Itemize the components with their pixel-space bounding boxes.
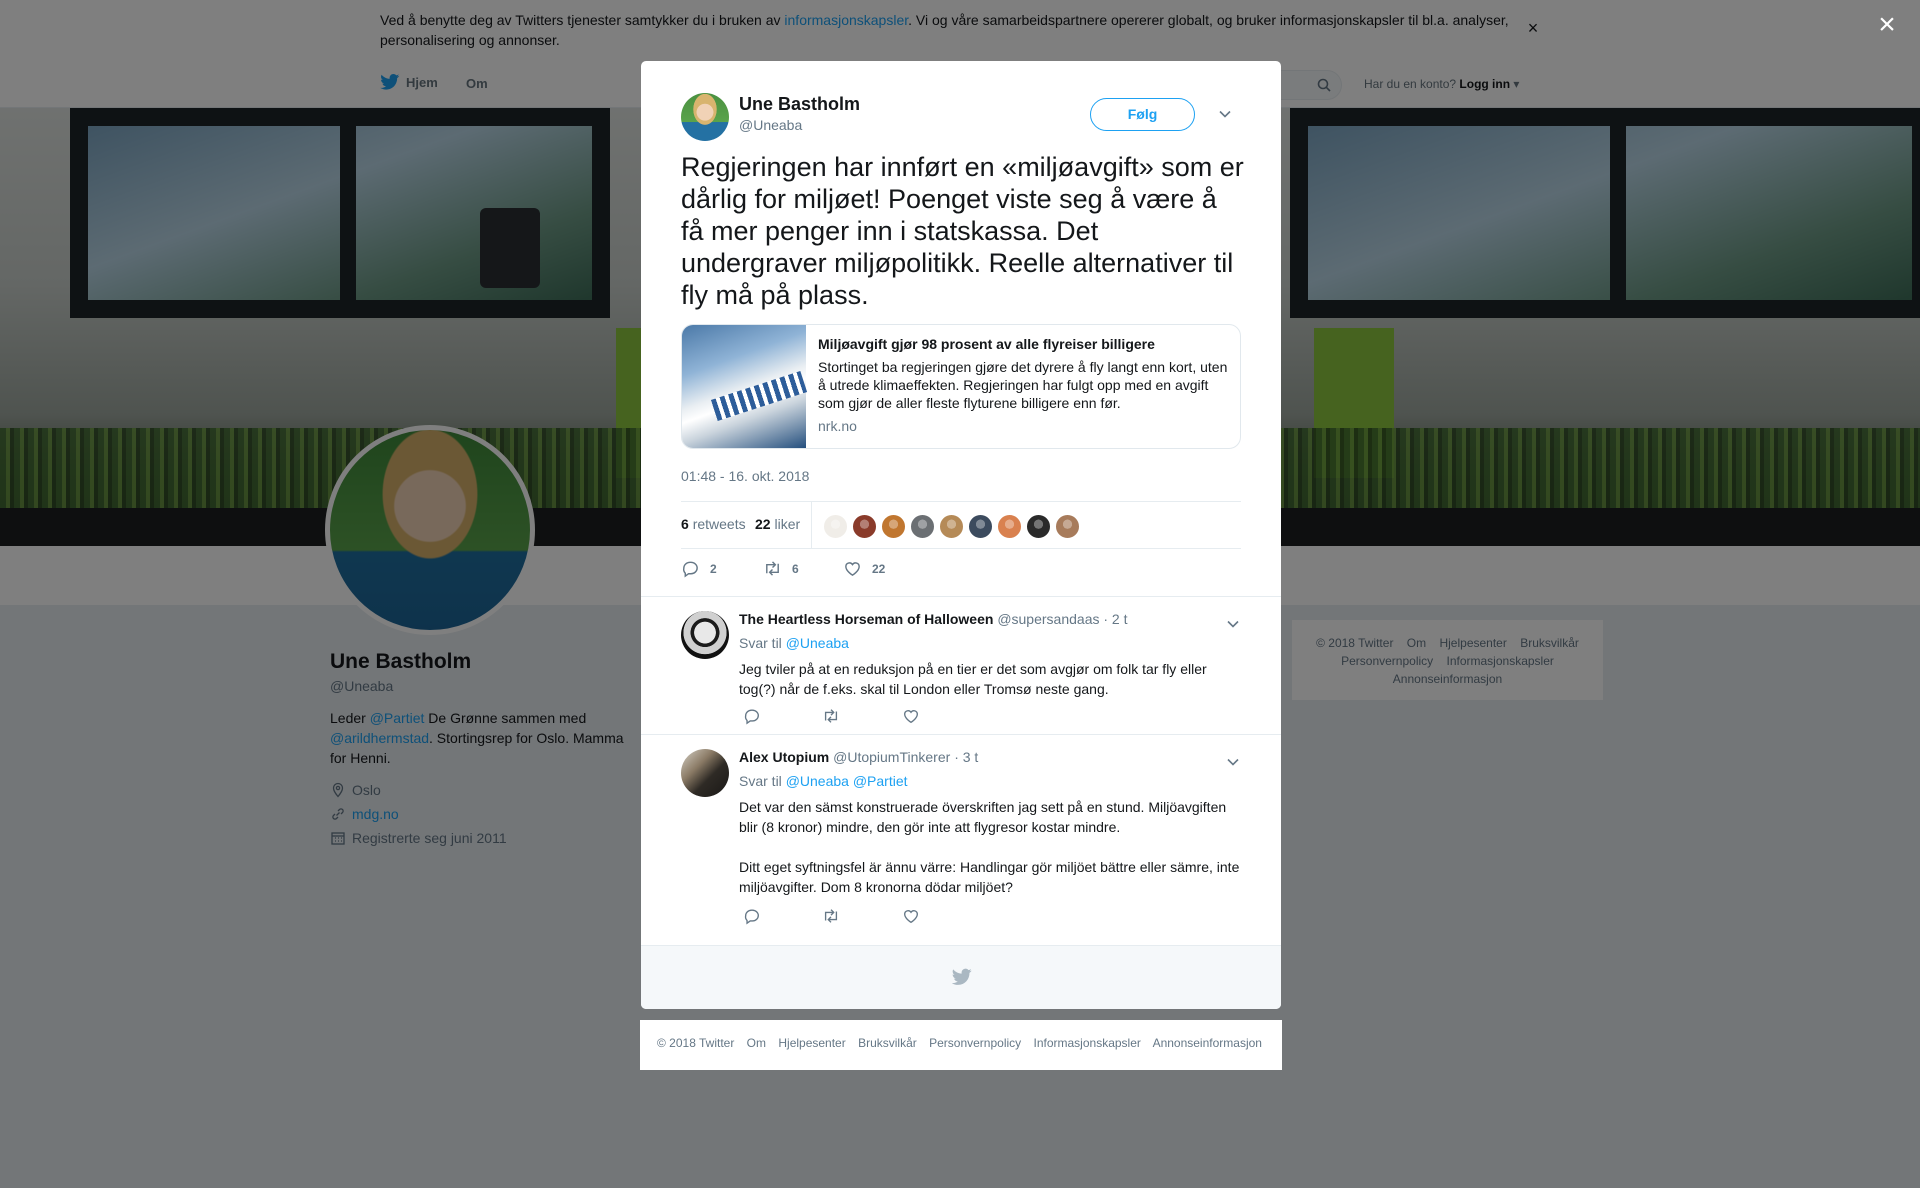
retweet-icon[interactable] bbox=[822, 907, 840, 925]
tweet-stats: 6 retweets 22 liker bbox=[681, 501, 1241, 549]
reply-meta: Alex Utopium @UtopiumTinkerer · 3 t bbox=[739, 749, 978, 765]
tweet-author-name[interactable]: Une Bastholm bbox=[739, 94, 860, 115]
likes-stat[interactable]: 22 liker bbox=[755, 516, 800, 532]
tweet-timestamp[interactable]: 01:48 - 16. okt. 2018 bbox=[681, 468, 809, 484]
footer-copyright: © 2018 Twitter bbox=[657, 1036, 735, 1050]
reply-icon[interactable] bbox=[743, 707, 761, 725]
reply-tweet[interactable]: The Heartless Horseman of Halloween @sup… bbox=[641, 596, 1281, 734]
link-card[interactable]: Miljøavgift gjør 98 prosent av alle flyr… bbox=[681, 324, 1241, 449]
link-card-body: Miljøavgift gjør 98 prosent av alle flyr… bbox=[818, 335, 1230, 434]
tweet-modal: Une Bastholm @Uneaba Følg Regjeringen ha… bbox=[641, 61, 1281, 1009]
footer-link-help[interactable]: Hjelpesenter bbox=[778, 1036, 845, 1050]
liker-avatar[interactable] bbox=[997, 514, 1022, 539]
reply-to-label: Svar til bbox=[739, 773, 782, 789]
tweet-header: Une Bastholm @Uneaba Følg bbox=[681, 93, 1241, 143]
reply-count: 2 bbox=[710, 561, 717, 576]
reply-meta: The Heartless Horseman of Halloween @sup… bbox=[739, 611, 1128, 627]
retweet-action[interactable]: 6 bbox=[763, 559, 799, 578]
reply-to-label: Svar til bbox=[739, 635, 782, 651]
reply-to-line: Svar til @Uneaba @Partiet bbox=[739, 773, 908, 789]
liker-avatar[interactable] bbox=[1026, 514, 1051, 539]
reply-author-avatar[interactable] bbox=[681, 611, 729, 659]
liker-avatar[interactable] bbox=[881, 514, 906, 539]
reply-options-chevron-icon[interactable] bbox=[1226, 617, 1240, 631]
retweet-icon bbox=[766, 561, 779, 576]
footer-link-about[interactable]: Om bbox=[747, 1036, 766, 1050]
footer-link-privacy[interactable]: Personvernpolicy bbox=[929, 1036, 1021, 1050]
reply-to-mention[interactable]: @Uneaba bbox=[786, 635, 849, 651]
twitter-bird-icon bbox=[952, 968, 972, 985]
stats-divider bbox=[811, 502, 812, 549]
reply-paragraph: Ditt eget syftningsfel är ännu värre: Ha… bbox=[739, 859, 1240, 895]
retweets-count: 6 bbox=[681, 516, 689, 532]
reply-tweet[interactable]: Alex Utopium @UtopiumTinkerer · 3 t Svar… bbox=[641, 734, 1281, 932]
modal-footer bbox=[641, 945, 1281, 1009]
reply-author-avatar[interactable] bbox=[681, 749, 729, 797]
like-action[interactable]: 22 bbox=[843, 559, 885, 578]
modal-close-button[interactable]: × bbox=[1872, 10, 1902, 40]
tweet-author-avatar[interactable] bbox=[681, 93, 729, 141]
reply-author-handle[interactable]: @UtopiumTinkerer bbox=[833, 749, 950, 765]
liker-avatar[interactable] bbox=[968, 514, 993, 539]
liker-avatar[interactable] bbox=[1055, 514, 1080, 539]
reply-text: Det var den sämst konstruerade överskrif… bbox=[739, 797, 1244, 897]
heart-icon[interactable] bbox=[902, 707, 920, 725]
liker-avatar[interactable] bbox=[910, 514, 935, 539]
reply-timestamp[interactable]: · 2 t bbox=[1103, 611, 1127, 627]
footer-link-terms[interactable]: Bruksvilkår bbox=[858, 1036, 917, 1050]
liker-avatar[interactable] bbox=[939, 514, 964, 539]
link-card-domain: nrk.no bbox=[818, 418, 857, 434]
likes-count: 22 bbox=[755, 516, 771, 532]
reply-to-line: Svar til @Uneaba bbox=[739, 635, 849, 651]
reply-icon[interactable] bbox=[743, 907, 761, 925]
reply-actions bbox=[739, 907, 1039, 927]
retweet-icon[interactable] bbox=[822, 707, 840, 725]
retweet-count: 6 bbox=[792, 561, 799, 576]
reply-author-handle[interactable]: @supersandaas bbox=[997, 611, 1099, 627]
reply-actions bbox=[739, 707, 1039, 727]
retweets-stat[interactable]: 6 retweets bbox=[681, 516, 746, 532]
likes-label: liker bbox=[774, 516, 801, 532]
heart-icon[interactable] bbox=[902, 907, 920, 925]
liker-avatar[interactable] bbox=[823, 514, 848, 539]
reply-paragraph: Det var den sämst konstruerade överskrif… bbox=[739, 799, 1227, 835]
reply-to-mention[interactable]: @Uneaba @Partiet bbox=[786, 773, 908, 789]
like-count: 22 bbox=[872, 561, 886, 576]
reply-icon bbox=[682, 561, 698, 578]
reply-options-chevron-icon[interactable] bbox=[1226, 755, 1240, 769]
modal-bottom-footer: © 2018 Twitter Om Hjelpesenter Bruksvilk… bbox=[640, 1020, 1282, 1070]
retweets-label: retweets bbox=[692, 516, 746, 532]
heart-icon bbox=[845, 562, 860, 576]
link-card-image bbox=[682, 325, 806, 448]
reply-author-name[interactable]: The Heartless Horseman of Halloween bbox=[739, 611, 993, 627]
tweet-options-chevron-icon[interactable] bbox=[1218, 107, 1232, 121]
footer-link-ads[interactable]: Annonseinformasjon bbox=[1153, 1036, 1262, 1050]
liker-avatar[interactable] bbox=[852, 514, 877, 539]
reply-text: Jeg tviler på at en reduksjon på en tier… bbox=[739, 661, 1207, 697]
tweet-actions: 2 6 22 bbox=[681, 559, 1241, 583]
reply-author-name[interactable]: Alex Utopium bbox=[739, 749, 829, 765]
link-card-description: Stortinget ba regjeringen gjøre det dyre… bbox=[818, 359, 1228, 411]
tweet-author-handle[interactable]: @Uneaba bbox=[739, 117, 802, 133]
link-card-title: Miljøavgift gjør 98 prosent av alle flyr… bbox=[818, 336, 1155, 352]
liker-avatars bbox=[823, 514, 1080, 539]
reply-action[interactable]: 2 bbox=[681, 559, 717, 578]
tweet-text: Regjeringen har innført en «miljøavgift»… bbox=[681, 152, 1244, 310]
reply-timestamp[interactable]: · 3 t bbox=[954, 749, 978, 765]
follow-button[interactable]: Følg bbox=[1090, 98, 1195, 131]
footer-link-cookies[interactable]: Informasjonskapsler bbox=[1034, 1036, 1141, 1050]
